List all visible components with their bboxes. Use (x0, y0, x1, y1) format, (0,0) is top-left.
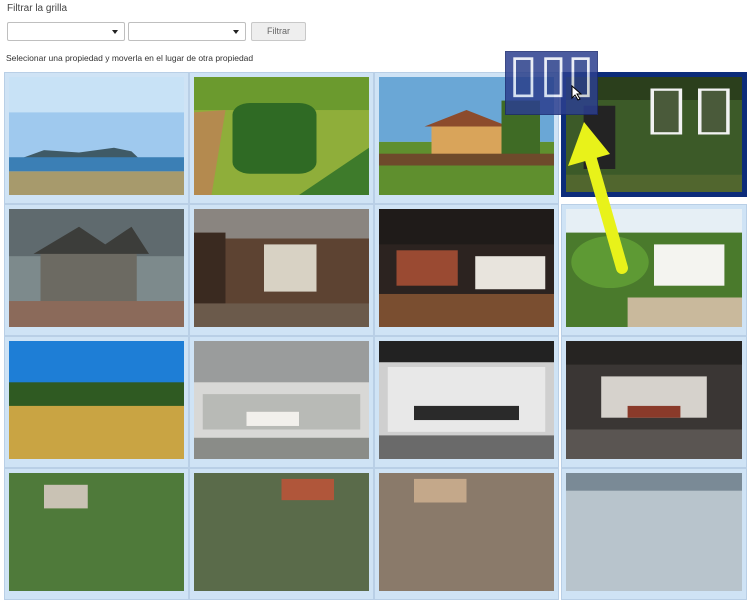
grid-item-10[interactable] (189, 336, 374, 468)
loft-office-photo-icon (379, 209, 554, 327)
grid-item-12[interactable] (561, 336, 747, 468)
mouse-cursor-icon (571, 85, 583, 101)
grid-item-2[interactable] (189, 72, 374, 204)
modern-office-photo-icon (566, 341, 742, 459)
grid-item-13[interactable] (4, 468, 189, 600)
grid-item-16[interactable] (561, 468, 747, 600)
aerial-trees-photo-icon (194, 77, 369, 195)
chevron-down-icon (233, 30, 239, 34)
filter-select-1[interactable] (7, 22, 125, 41)
wheat-field-photo-icon (9, 341, 184, 459)
open-office-photo-icon (194, 341, 369, 459)
aerial-roofs-photo-icon (194, 473, 369, 591)
grid-item-1[interactable] (4, 72, 189, 204)
instruction-text: Selecionar una propiedad y moverla en el… (6, 53, 254, 63)
glass-meeting-room-photo-icon (379, 341, 554, 459)
building-top-photo-icon (566, 473, 742, 591)
filter-button[interactable]: Filtrar (251, 22, 306, 41)
annotation-arrow-icon (568, 122, 628, 274)
aerial-street-photo-icon (379, 473, 554, 591)
grid-item-9[interactable] (4, 336, 189, 468)
industrial-interior-photo-icon (194, 209, 369, 327)
chevron-down-icon (112, 30, 118, 34)
grid-item-14[interactable] (189, 468, 374, 600)
grid-item-6[interactable] (189, 204, 374, 336)
grid-item-11[interactable] (374, 336, 559, 468)
grid-item-15[interactable] (374, 468, 559, 600)
aerial-town-photo-icon (9, 473, 184, 591)
grid-item-5[interactable] (4, 204, 189, 336)
grid-item-7[interactable] (374, 204, 559, 336)
filter-title: Filtrar la grilla (7, 3, 68, 14)
stone-mansion-photo-icon (9, 209, 184, 327)
drag-ghost-image (505, 51, 598, 115)
filter-select-2[interactable] (128, 22, 246, 41)
coastline-photo-icon (9, 77, 184, 195)
